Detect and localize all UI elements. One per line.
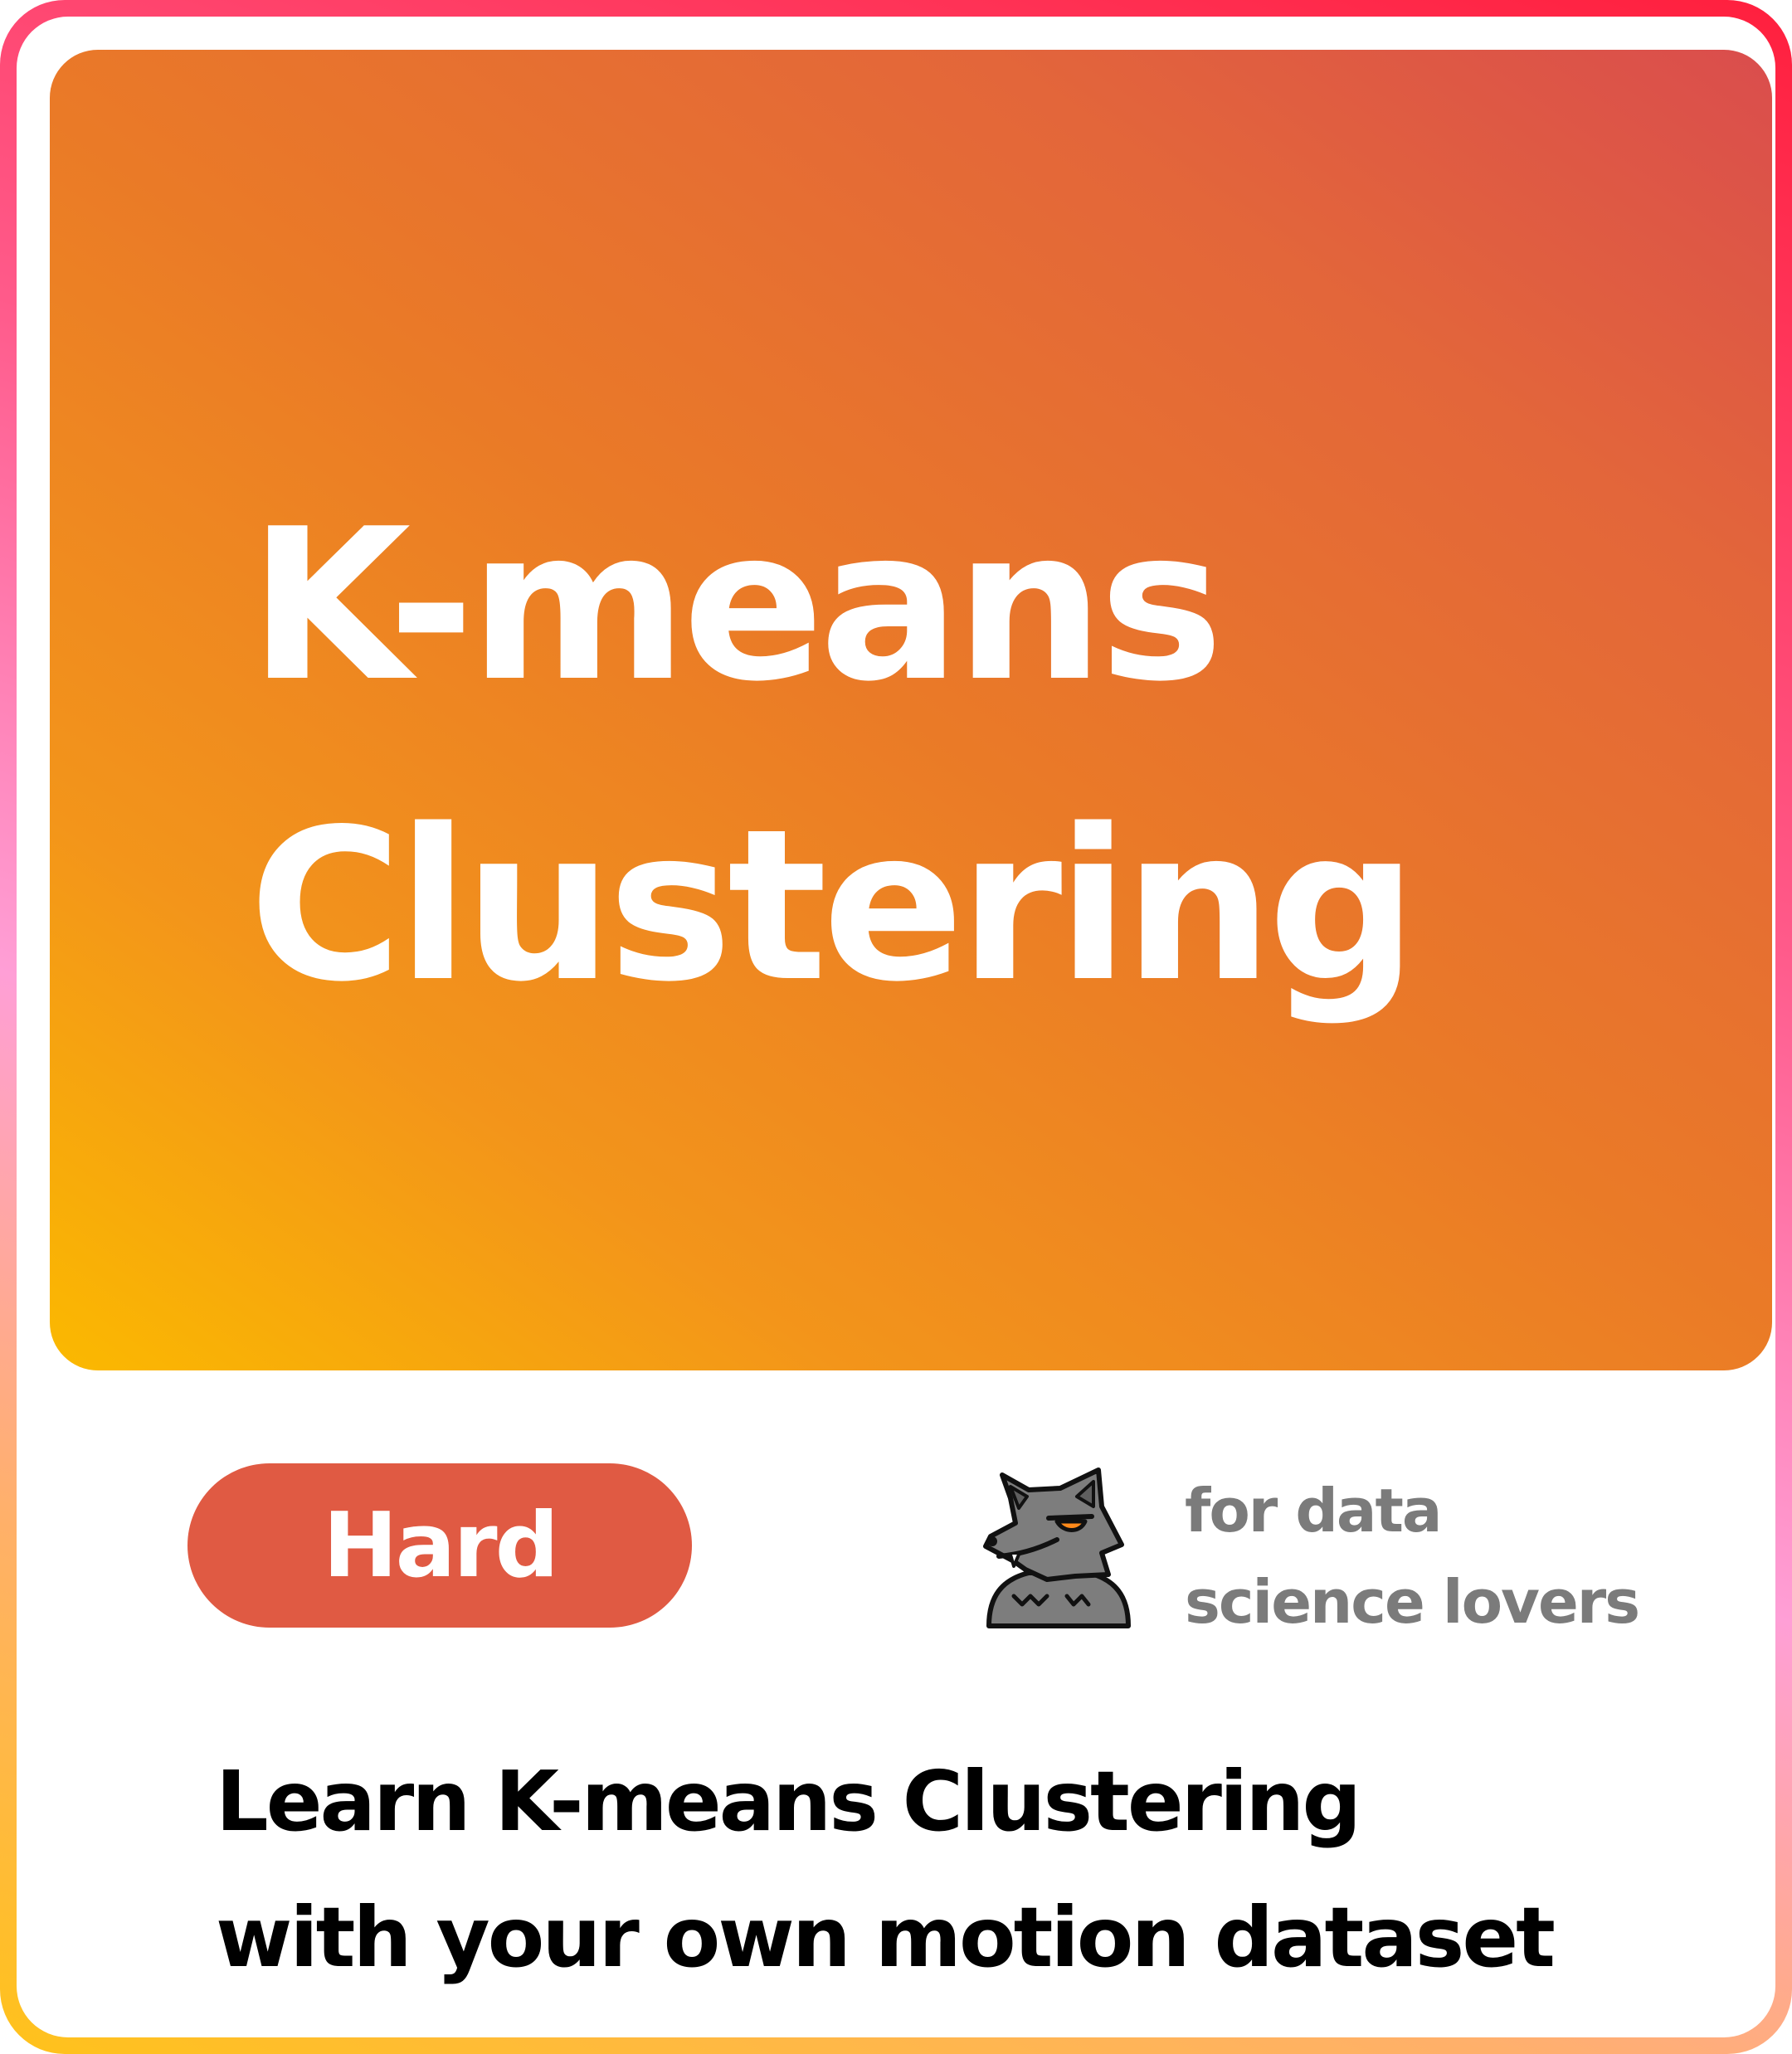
course-card[interactable]: K-means Clustering Hard for data science… (17, 17, 1775, 2037)
audience-line-1: for data (1185, 1476, 1443, 1545)
difficulty-label: Hard (323, 1493, 559, 1598)
course-title-line-1: K-means (249, 484, 1224, 728)
course-title: K-means Clustering (249, 456, 1418, 1057)
course-card-border: K-means Clustering Hard for data science… (0, 0, 1792, 2054)
difficulty-badge: Hard (187, 1463, 692, 1628)
course-hero-banner: K-means Clustering (50, 50, 1772, 1370)
audience-label: for data science lovers (1185, 1465, 1640, 1648)
audience-line-2: science lovers (1185, 1567, 1640, 1637)
course-description-line-2: with your own motion dataset (216, 1889, 1556, 1986)
course-title-line-2: Clustering (249, 785, 1418, 1028)
wolf-icon (977, 1463, 1140, 1629)
course-description-line-1: Learn K-means Clustering (216, 1753, 1361, 1850)
course-description: Learn K-means Clustering with your own m… (216, 1734, 1556, 2006)
